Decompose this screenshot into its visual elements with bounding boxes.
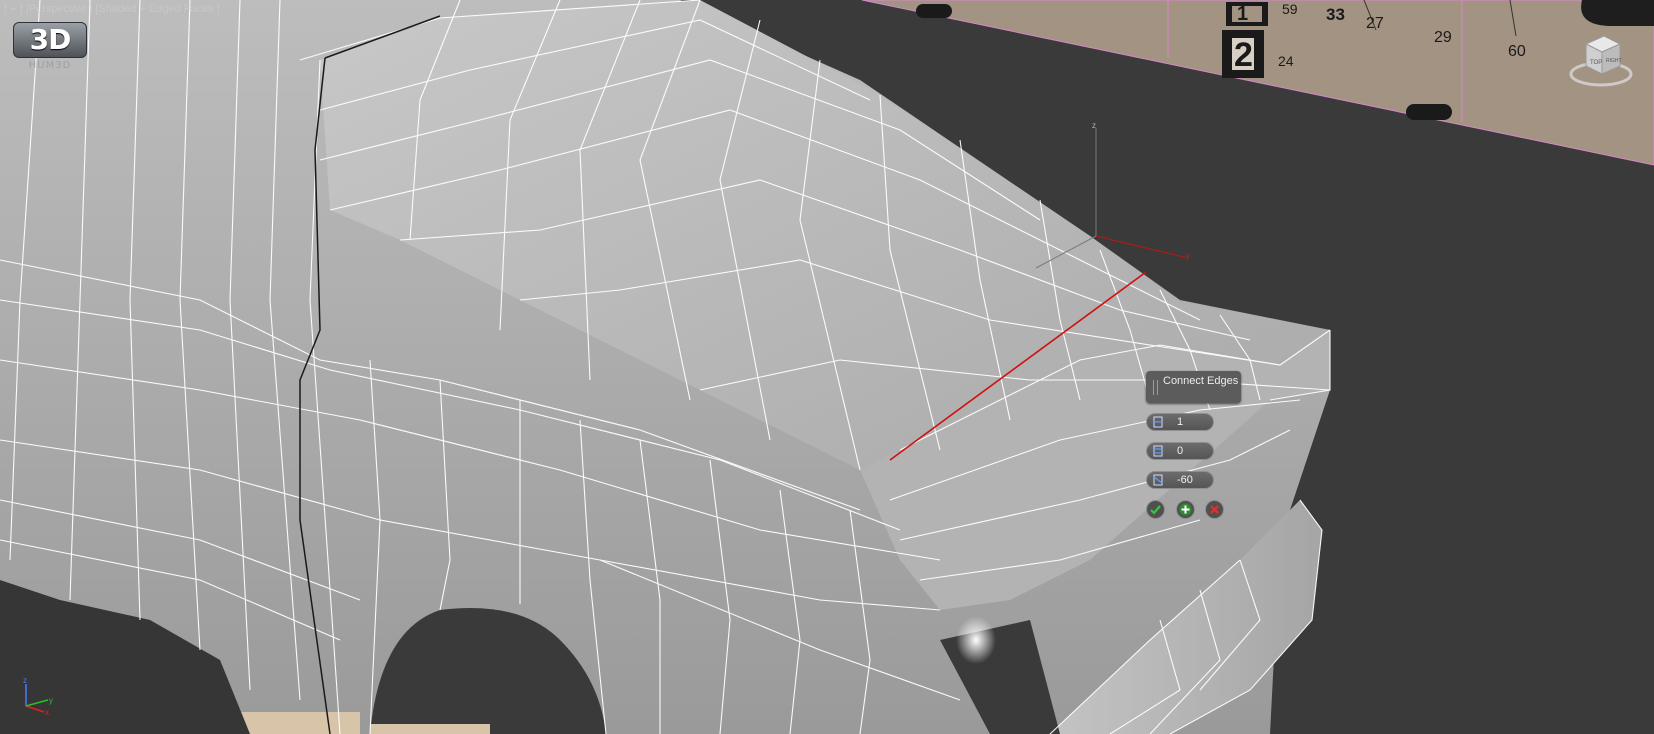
tripod-label-z: z [23, 676, 27, 685]
poster-number-33: 33 [1326, 5, 1345, 24]
scene-render: 1 2 59 33 27 29 60 24 z x y [0, 0, 1654, 734]
perspective-viewport[interactable]: 1 2 59 33 27 29 60 24 z x y [+] [Persp… [0, 0, 1654, 734]
cancel-button[interactable] [1205, 500, 1224, 519]
tripod-label-y: y [49, 696, 53, 705]
ok-button[interactable] [1146, 500, 1165, 519]
tripod-label-x: x [45, 708, 49, 716]
gizmo-label-x: x [1030, 267, 1034, 276]
poster-big-number-1: 1 [1237, 3, 1248, 25]
poster-number-60: 60 [1508, 43, 1526, 60]
pinch-icon [1153, 445, 1163, 457]
poster-number-27: 27 [1366, 15, 1384, 32]
axis-tripod: z x y [23, 676, 53, 716]
segments-field[interactable]: 1 [1146, 413, 1214, 431]
segments-value[interactable]: 1 [1177, 416, 1183, 428]
segments-icon [1153, 416, 1163, 428]
viewcube-right-label: RIGHT [1606, 58, 1622, 64]
poster-number-29: 29 [1434, 29, 1452, 46]
logo-badge: 3D [13, 22, 87, 58]
slide-value[interactable]: -60 [1177, 474, 1193, 486]
poster-number-59: 59 [1282, 1, 1298, 17]
viewcube[interactable]: TOP RIGHT [1568, 30, 1634, 90]
gizmo-label-y: y [1186, 251, 1190, 260]
poster-number-24: 24 [1278, 53, 1294, 69]
drag-handle-icon[interactable] [1153, 380, 1158, 395]
caddy-title-bar[interactable]: Connect Edges [1146, 371, 1241, 403]
caddy-title: Connect Edges [1163, 375, 1239, 387]
poster-big-number-2: 2 [1234, 36, 1253, 74]
viewcube-top-label: TOP [1590, 60, 1602, 66]
slide-icon [1153, 474, 1163, 486]
pinch-value[interactable]: 0 [1177, 445, 1183, 457]
viewport-label[interactable]: [ + ] [Perspective ] [Shaded + Edged Fac… [4, 3, 220, 15]
plus-icon [1179, 503, 1192, 516]
logo-text: HUM3D [28, 60, 72, 71]
pinch-field[interactable]: 0 [1146, 442, 1214, 460]
gizmo-label-z: z [1092, 121, 1096, 130]
watermark-logo: 3D HUM3D [12, 22, 88, 71]
slide-field[interactable]: -60 [1146, 471, 1214, 489]
apply-button[interactable] [1176, 500, 1195, 519]
